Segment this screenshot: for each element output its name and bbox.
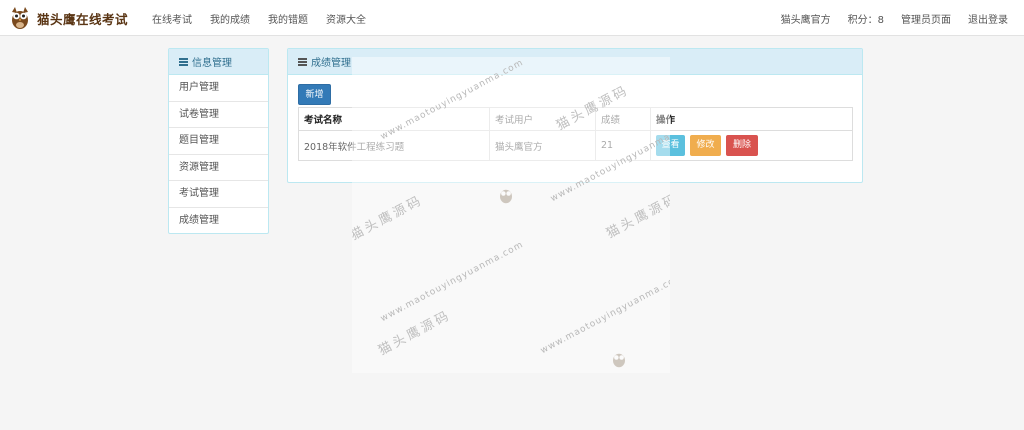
watermark-name: 猫头鹰源码 — [376, 307, 454, 359]
sidebar-header: 信息管理 — [169, 49, 268, 75]
sidebar-item-resources[interactable]: 资源管理 — [169, 155, 268, 181]
cell-actions: 查看 修改 删除 — [650, 130, 853, 161]
table-row: 2018年软件工程练习题 猫头鹰官方 21 查看 修改 删除 — [298, 130, 853, 161]
nav-admin-page[interactable]: 管理员页面 — [901, 11, 951, 26]
watermark-name: 猫头鹰源码 — [604, 190, 670, 242]
owl-logo-icon — [12, 7, 28, 29]
brand[interactable]: 猫头鹰在线考试 — [8, 4, 128, 32]
edit-button[interactable]: 修改 — [690, 135, 722, 156]
scores-panel: 成绩管理 新增 考试名称 考试用户 成绩 操作 2018年软件工程练习题 猫头鹰… — [287, 48, 863, 183]
sidebar-title: 信息管理 — [192, 58, 232, 69]
sidebar-item-questions[interactable]: 题目管理 — [169, 128, 268, 155]
delete-button[interactable]: 删除 — [726, 135, 759, 156]
scores-table: 考试名称 考试用户 成绩 操作 2018年软件工程练习题 猫头鹰官方 21 查看… — [298, 107, 853, 161]
cell-score: 21 — [595, 130, 651, 161]
table-header-row: 考试名称 考试用户 成绩 操作 — [298, 107, 853, 131]
nav-my-mistakes[interactable]: 我的错题 — [268, 11, 308, 26]
list-icon — [298, 57, 307, 66]
nav-username[interactable]: 猫头鹰官方 — [781, 11, 831, 26]
col-exam-name: 考试名称 — [298, 107, 490, 131]
sidebar-item-scores[interactable]: 成绩管理 — [169, 208, 268, 234]
nav-points: 积分：8 — [847, 14, 884, 26]
sidebar-item-users[interactable]: 用户管理 — [169, 75, 268, 102]
watermark-site: www.maotouyingyuanma.com — [539, 271, 670, 357]
nav-left: 在线考试 我的成绩 我的错题 资源大全 — [152, 0, 384, 36]
owl-watermark-icon — [500, 189, 512, 204]
owl-watermark-icon — [613, 353, 625, 368]
cell-exam-name: 2018年软件工程练习题 — [298, 130, 490, 161]
col-exam-user: 考试用户 — [489, 107, 596, 131]
col-actions: 操作 — [650, 107, 853, 131]
cell-exam-user: 猫头鹰官方 — [489, 130, 596, 161]
panel-header: 成绩管理 — [288, 49, 862, 75]
nav-resources[interactable]: 资源大全 — [326, 11, 366, 26]
sidebar-item-papers[interactable]: 试卷管理 — [169, 102, 268, 128]
top-navbar: 猫头鹰在线考试 在线考试 我的成绩 我的错题 资源大全 猫头鹰官方 积分：8 管… — [0, 0, 1024, 36]
sidebar-item-exams[interactable]: 考试管理 — [169, 181, 268, 208]
brand-title: 猫头鹰在线考试 — [37, 11, 129, 27]
nav-right: 猫头鹰官方 积分：8 管理员页面 退出登录 — [764, 0, 1008, 36]
nav-my-scores[interactable]: 我的成绩 — [210, 11, 250, 26]
watermark-site: www.maotouyingyuanma.com — [379, 239, 526, 325]
list-icon — [179, 57, 188, 66]
panel-title: 成绩管理 — [311, 58, 351, 69]
sidebar: 信息管理 用户管理 试卷管理 题目管理 资源管理 考试管理 成绩管理 — [168, 48, 269, 234]
view-button[interactable]: 查看 — [656, 135, 685, 156]
watermark-name: 猫头鹰源码 — [352, 192, 426, 244]
add-button[interactable]: 新增 — [298, 84, 331, 105]
col-score: 成绩 — [595, 107, 651, 131]
nav-online-exam[interactable]: 在线考试 — [152, 11, 192, 26]
nav-logout[interactable]: 退出登录 — [968, 11, 1008, 26]
